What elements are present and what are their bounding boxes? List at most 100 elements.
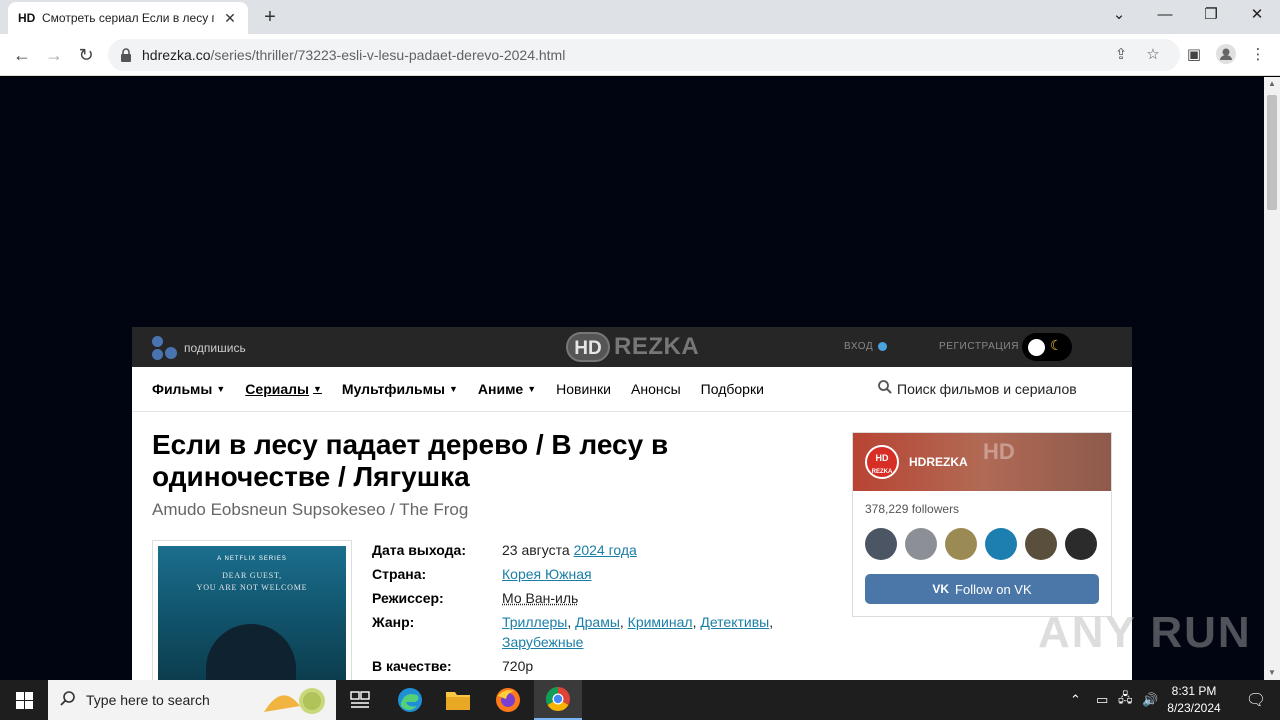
poster-tag: A NETFLIX SERIES	[217, 556, 287, 562]
poster-line-2: YOU ARE NOT WELCOME	[196, 583, 308, 592]
clock-date: 8/23/2024	[1167, 701, 1221, 715]
tab-search-chevron-icon[interactable]: ⌄	[1096, 0, 1142, 30]
file-explorer-icon[interactable]	[434, 680, 482, 720]
firefox-icon[interactable]	[484, 680, 532, 720]
genre-link[interactable]: Зарубежные	[502, 634, 583, 650]
avatar[interactable]	[985, 528, 1017, 560]
release-year-link[interactable]: 2024 года	[574, 542, 637, 558]
forward-icon[interactable]: →	[40, 42, 68, 68]
genre-link[interactable]: Триллеры	[502, 614, 567, 630]
scroll-up-icon[interactable]: ▲	[1264, 77, 1280, 91]
notifications-icon[interactable]: 🗨	[1232, 680, 1280, 720]
vk-icon: VK	[932, 582, 950, 596]
info-row-country: Страна: Корея Южная	[372, 564, 812, 584]
url-field[interactable]: hdrezka.co/series/thriller/73223-esli-v-…	[108, 39, 1180, 71]
vk-group-name[interactable]: HDREZKA	[909, 455, 968, 469]
main-menu: Фильмы ▼ Сериалы ▼ Мультфильмы ▼ Аниме ▼ Нов…	[132, 367, 1132, 412]
info-row-quality: В качестве: 720p	[372, 656, 812, 676]
edge-icon[interactable]	[386, 680, 434, 720]
menu-item-collections[interactable]: Подборки	[701, 381, 764, 397]
avatar[interactable]	[865, 528, 897, 560]
restore-button[interactable]: ❐	[1188, 0, 1234, 30]
menu-item-films[interactable]: Фильмы ▼	[152, 381, 225, 397]
site-search[interactable]: Поиск фильмов и сериалов	[878, 380, 1077, 397]
site-container: подпишись HD REZKA ВХОД РЕГИСТРАЦИЯ ☾ Фи…	[132, 327, 1132, 680]
page-title: Если в лесу падает дерево / В лесу в оди…	[152, 429, 669, 492]
menu-icon[interactable]: ⋮	[1247, 44, 1269, 66]
chrome-icon[interactable]	[534, 680, 582, 720]
close-window-button[interactable]: ✕	[1234, 0, 1280, 30]
vk-follow-button[interactable]: VK Follow on VK	[865, 574, 1099, 604]
poster-tagline: DEAR GUEST, YOU ARE NOT WELCOME	[158, 570, 346, 594]
browser-tab[interactable]: HD Смотреть сериал Если в лесу падает де…	[8, 2, 248, 34]
genre-link[interactable]: Криминал	[628, 614, 693, 630]
poster[interactable]: A NETFLIX SERIES DEAR GUEST, YOU ARE NOT…	[152, 540, 352, 680]
tab-close-icon[interactable]: ✕	[222, 10, 238, 27]
menu-item-label: Мультфильмы	[341, 381, 445, 397]
scroll-thumb[interactable]	[1267, 95, 1277, 210]
tab-strip: HD Смотреть сериал Если в лесу падает де…	[0, 0, 1280, 34]
lock-icon[interactable]	[120, 48, 132, 62]
poster-image: A NETFLIX SERIES DEAR GUEST, YOU ARE NOT…	[158, 546, 346, 680]
search-icon	[878, 380, 892, 397]
moon-icon: ☾	[1050, 337, 1063, 353]
vk-widget: HD REZKA HDREZKA HD 378,229 followers VK …	[852, 432, 1112, 617]
menu-item-series[interactable]: Сериалы ▼	[245, 381, 322, 397]
logo-hd: HD	[566, 332, 610, 362]
network-icon[interactable]: 🖧	[1118, 680, 1133, 720]
taskbar-search[interactable]: Type here to search	[48, 680, 336, 720]
vk-cover-logo: HD	[983, 439, 1015, 464]
release-day: 23 августа	[502, 542, 570, 558]
clock-time: 8:31 PM	[1171, 684, 1217, 698]
windows-icon	[15, 691, 33, 709]
country-link[interactable]: Корея Южная	[502, 566, 592, 582]
new-tab-button[interactable]: +	[258, 6, 282, 28]
address-bar: ← → ↻ hdrezka.co/series/thriller/73223-e…	[0, 34, 1280, 76]
login-link[interactable]: ВХОД	[844, 341, 888, 352]
star-icon[interactable]: ☆	[1143, 45, 1163, 65]
scroll-down-icon[interactable]: ▼	[1264, 666, 1280, 680]
site-top-strip: подпишись HD REZKA ВХОД РЕГИСТРАЦИЯ ☾	[132, 327, 1132, 367]
info-row-release: Дата выхода: 23 августа 2024 года	[372, 540, 812, 560]
vk-avatar[interactable]: HD REZKA	[865, 445, 899, 479]
system-clock[interactable]: 8:31 PM 8/23/2024	[1158, 683, 1230, 717]
quality-value: 720p	[502, 658, 534, 674]
start-button[interactable]	[0, 680, 48, 720]
menu-item-announcements[interactable]: Анонсы	[631, 381, 681, 397]
director-link[interactable]: Мо Ван-иль	[502, 590, 578, 606]
vk-followers: 378,229 followers	[865, 502, 960, 516]
toggle-knob	[1028, 339, 1045, 356]
network-device-icon[interactable]: ▭	[1096, 680, 1108, 720]
menu-item-anime[interactable]: Аниме ▼	[478, 381, 536, 397]
volume-icon[interactable]: 🔊	[1142, 680, 1158, 720]
share-icon[interactable]: ⇪	[1111, 45, 1131, 65]
menu-item-new[interactable]: Новинки	[556, 381, 611, 397]
scrollbar[interactable]: ▲ ▼	[1264, 77, 1280, 680]
reload-icon[interactable]: ↻	[72, 42, 100, 68]
tray-chevron-icon[interactable]: ⌃	[1070, 680, 1081, 720]
melon-icon	[264, 688, 325, 714]
taskbar: Type here to search ⌃ ▭ 🖧 🔊 8:31 PM 8/23…	[0, 680, 1280, 720]
genre-link[interactable]: Драмы	[575, 614, 620, 630]
site-logo[interactable]: HD REZKA	[566, 332, 699, 362]
info-label: Страна:	[372, 566, 427, 582]
avatar[interactable]	[945, 528, 977, 560]
menu-item-cartoons[interactable]: Мультфильмы ▼	[342, 381, 458, 397]
back-icon[interactable]: ←	[8, 42, 36, 68]
sidepanel-icon[interactable]: ▣	[1183, 44, 1205, 66]
original-title: Amudo Eobsneun Supsokeseo / The Frog	[152, 500, 469, 519]
task-view-icon[interactable]	[336, 680, 384, 720]
info-row-director: Режиссер: Мо Ван-иль	[372, 588, 812, 608]
avatar[interactable]	[905, 528, 937, 560]
menu-item-label: Аниме	[477, 381, 524, 397]
profile-icon[interactable]	[1215, 44, 1237, 66]
chevron-down-icon: ▼	[448, 384, 458, 394]
minimize-button[interactable]: —	[1142, 0, 1188, 30]
subscribe-link[interactable]: подпишись	[152, 336, 246, 360]
avatar[interactable]	[1025, 528, 1057, 560]
genre-link[interactable]: Детективы	[700, 614, 769, 630]
menu-item-label: Сериалы	[245, 381, 309, 397]
avatar[interactable]	[1065, 528, 1097, 560]
theme-toggle[interactable]: ☾	[1022, 333, 1072, 361]
register-link[interactable]: РЕГИСТРАЦИЯ	[939, 341, 1019, 352]
